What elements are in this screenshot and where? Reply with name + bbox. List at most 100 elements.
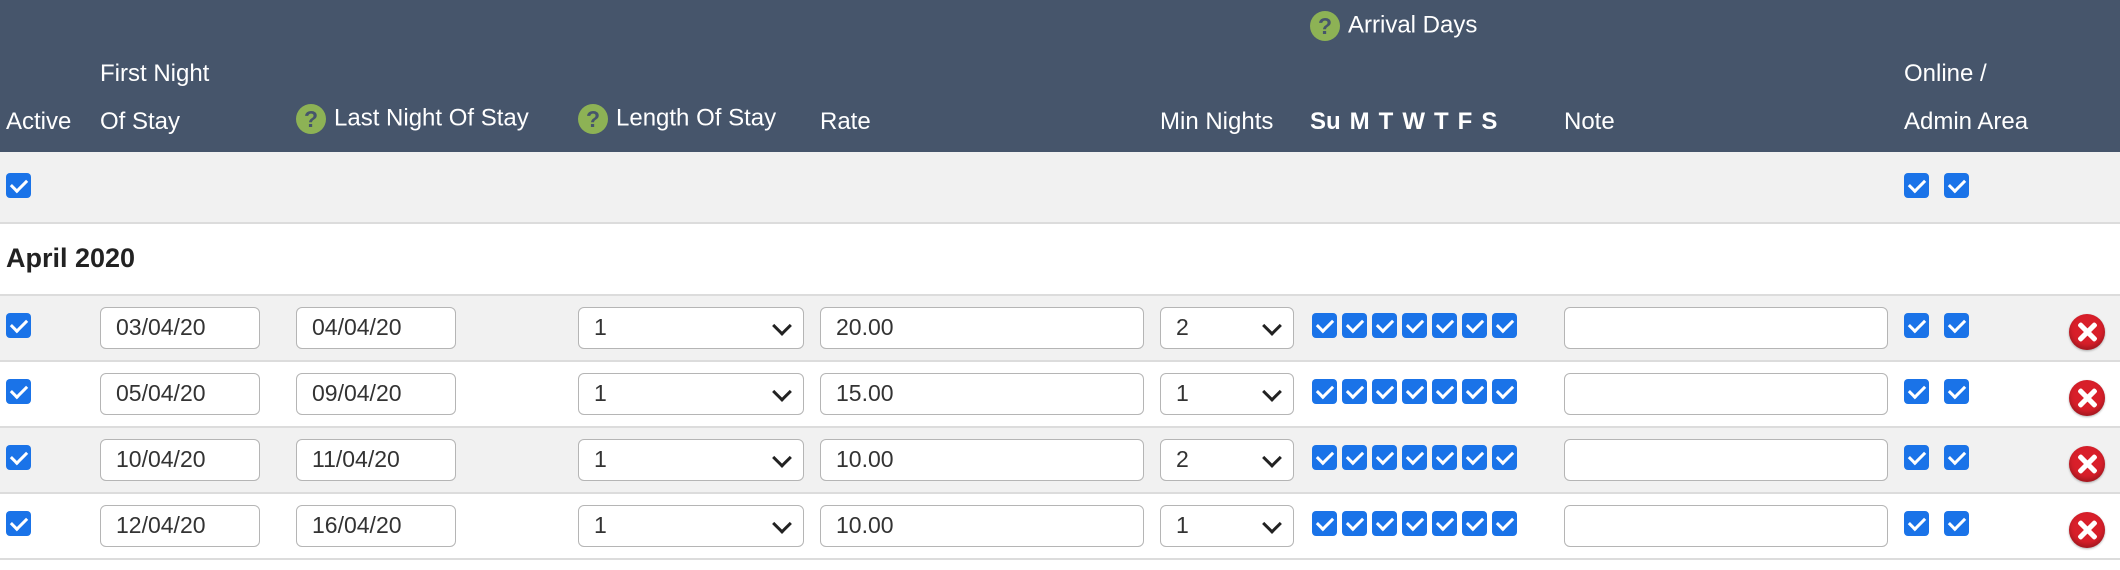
- online-checkbox[interactable]: [1904, 511, 1929, 536]
- column-length-of-stay: ? Length Of Stay: [578, 104, 776, 134]
- online-checkbox[interactable]: [1904, 313, 1929, 338]
- help-icon[interactable]: ?: [296, 104, 326, 134]
- column-min-nights: Min Nights: [1160, 108, 1274, 135]
- day-letter: Su: [1310, 108, 1341, 135]
- arrival-day-checkbox-m[interactable]: [1342, 511, 1367, 536]
- column-note: Note: [1564, 108, 1615, 135]
- rate-input[interactable]: 10.00: [820, 439, 1144, 481]
- arrival-day-checkbox-su[interactable]: [1312, 511, 1337, 536]
- arrival-day-checkbox-s[interactable]: [1492, 511, 1517, 536]
- length-of-stay-select[interactable]: 1: [578, 439, 804, 481]
- arrival-day-checkbox-t[interactable]: [1372, 313, 1397, 338]
- day-letter: W: [1402, 108, 1425, 135]
- arrival-day-checkbox-m[interactable]: [1342, 313, 1367, 338]
- active-checkbox[interactable]: [6, 313, 31, 338]
- arrival-day-checkbox-t[interactable]: [1372, 511, 1397, 536]
- admin-checkbox[interactable]: [1944, 511, 1969, 536]
- arrival-day-checkbox-m[interactable]: [1342, 379, 1367, 404]
- master-admin-checkbox[interactable]: [1944, 173, 1969, 198]
- day-letter: S: [1481, 108, 1498, 135]
- arrival-day-checkbox-su[interactable]: [1312, 313, 1337, 338]
- column-length-of-stay-label: Length Of Stay: [616, 104, 777, 132]
- master-row: [0, 152, 2120, 224]
- master-active-checkbox[interactable]: [6, 173, 31, 198]
- arrival-day-checkbox-s[interactable]: [1492, 445, 1517, 470]
- rate-input[interactable]: 10.00: [820, 505, 1144, 547]
- active-checkbox[interactable]: [6, 379, 31, 404]
- arrival-day-checkbox-th[interactable]: [1432, 313, 1457, 338]
- note-input[interactable]: [1564, 373, 1888, 415]
- arrival-day-checkbox-w[interactable]: [1402, 379, 1427, 404]
- arrival-days-title: Arrival Days: [1348, 11, 1478, 39]
- arrival-day-checkbox-f[interactable]: [1462, 379, 1487, 404]
- last-night-input[interactable]: 04/04/20: [296, 307, 456, 349]
- column-online-line1: Online /: [1904, 60, 1987, 87]
- arrival-day-checkbox-t[interactable]: [1372, 379, 1397, 404]
- arrival-day-checkbox-w[interactable]: [1402, 511, 1427, 536]
- arrival-day-checkbox-f[interactable]: [1462, 511, 1487, 536]
- arrival-day-checkbox-su[interactable]: [1312, 379, 1337, 404]
- delete-icon[interactable]: [2069, 314, 2105, 350]
- day-letter: M: [1349, 108, 1370, 135]
- min-nights-select[interactable]: 1: [1160, 505, 1294, 547]
- column-rate: Rate: [820, 108, 871, 135]
- min-nights-select[interactable]: 1: [1160, 373, 1294, 415]
- help-icon[interactable]: ?: [578, 104, 608, 134]
- arrival-day-checkbox-t[interactable]: [1372, 445, 1397, 470]
- admin-checkbox[interactable]: [1944, 379, 1969, 404]
- arrival-day-checkbox-w[interactable]: [1402, 445, 1427, 470]
- delete-icon[interactable]: [2069, 512, 2105, 548]
- length-of-stay-select[interactable]: 1: [578, 505, 804, 547]
- column-active: Active: [6, 108, 72, 135]
- length-of-stay-select[interactable]: 1: [578, 307, 804, 349]
- active-checkbox[interactable]: [6, 511, 31, 536]
- table-row: 12/04/20 16/04/20 1 10.00 1: [0, 494, 2120, 560]
- online-checkbox[interactable]: [1904, 445, 1929, 470]
- arrival-day-checkbox-th[interactable]: [1432, 511, 1457, 536]
- arrival-day-checkbox-th[interactable]: [1432, 445, 1457, 470]
- arrival-days-header: ? Arrival Days: [1310, 11, 1477, 41]
- rate-input[interactable]: 20.00: [820, 307, 1144, 349]
- arrival-day-checkbox-w[interactable]: [1402, 313, 1427, 338]
- last-night-input[interactable]: 09/04/20: [296, 373, 456, 415]
- day-letter: T: [1434, 108, 1449, 135]
- arrival-day-checkbox-s[interactable]: [1492, 313, 1517, 338]
- month-label: April 2020: [6, 243, 136, 273]
- table-row: 05/04/20 09/04/20 1 15.00 1: [0, 362, 2120, 428]
- last-night-input[interactable]: 16/04/20: [296, 505, 456, 547]
- column-first-night-line1: First Night: [100, 60, 210, 87]
- delete-icon[interactable]: [2069, 380, 2105, 416]
- active-checkbox[interactable]: [6, 445, 31, 470]
- first-night-input[interactable]: 03/04/20: [100, 307, 260, 349]
- first-night-input[interactable]: 10/04/20: [100, 439, 260, 481]
- day-letter: F: [1457, 108, 1473, 135]
- min-nights-select[interactable]: 2: [1160, 439, 1294, 481]
- first-night-input[interactable]: 12/04/20: [100, 505, 260, 547]
- online-checkbox[interactable]: [1904, 379, 1929, 404]
- arrival-day-checkbox-f[interactable]: [1462, 445, 1487, 470]
- admin-checkbox[interactable]: [1944, 313, 1969, 338]
- arrival-day-checkbox-m[interactable]: [1342, 445, 1367, 470]
- table-header: ? Arrival Days Active First Night Of Stay…: [0, 0, 2120, 152]
- last-night-input[interactable]: 11/04/20: [296, 439, 456, 481]
- column-first-night-line2: Of Stay: [100, 108, 181, 135]
- month-group-row: [0, 224, 2120, 296]
- arrival-day-checkbox-su[interactable]: [1312, 445, 1337, 470]
- help-icon[interactable]: ?: [1310, 11, 1340, 41]
- day-letter: T: [1378, 108, 1394, 135]
- note-input[interactable]: [1564, 439, 1888, 481]
- first-night-input[interactable]: 05/04/20: [100, 373, 260, 415]
- note-input[interactable]: [1564, 307, 1888, 349]
- length-of-stay-select[interactable]: 1: [578, 373, 804, 415]
- min-nights-select[interactable]: 2: [1160, 307, 1294, 349]
- arrival-day-checkbox-th[interactable]: [1432, 379, 1457, 404]
- column-last-night: ? Last Night Of Stay: [296, 104, 529, 134]
- note-input[interactable]: [1564, 505, 1888, 547]
- column-last-night-label: Last Night Of Stay: [334, 104, 529, 132]
- master-online-checkbox[interactable]: [1904, 173, 1929, 198]
- arrival-day-checkbox-s[interactable]: [1492, 379, 1517, 404]
- admin-checkbox[interactable]: [1944, 445, 1969, 470]
- arrival-day-checkbox-f[interactable]: [1462, 313, 1487, 338]
- rate-input[interactable]: 15.00: [820, 373, 1144, 415]
- delete-icon[interactable]: [2069, 446, 2105, 482]
